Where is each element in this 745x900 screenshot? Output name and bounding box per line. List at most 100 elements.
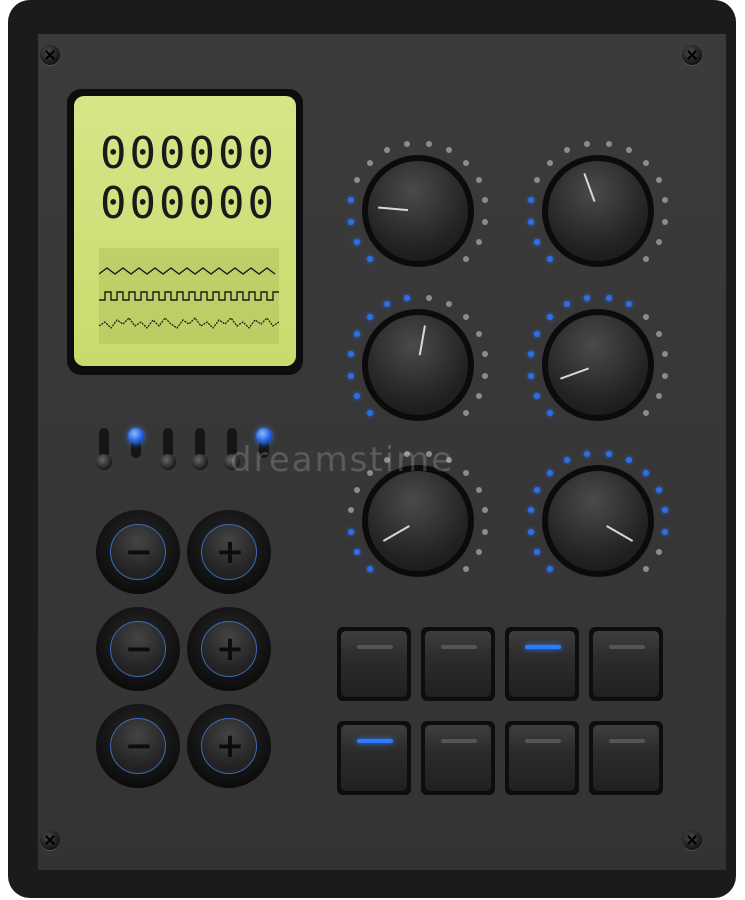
knob-led (384, 301, 391, 308)
knob-led (662, 528, 669, 535)
knob-body[interactable] (542, 309, 654, 421)
knob-body[interactable] (362, 309, 474, 421)
knob-led (347, 528, 354, 535)
knob-led (625, 147, 632, 154)
toggle-switch-off[interactable] (192, 454, 208, 470)
screw-icon (40, 45, 60, 65)
toggle-switch-off[interactable] (160, 454, 176, 470)
rocker-indicator-off (357, 645, 393, 649)
knob-led (534, 238, 541, 245)
knob-led (445, 147, 452, 154)
knob-2[interactable] (523, 136, 673, 286)
knob-led (662, 351, 669, 358)
rocker-switch[interactable] (421, 721, 495, 795)
knob-led (534, 548, 541, 555)
knob-led (482, 372, 489, 379)
knob-indicator-icon (378, 206, 409, 212)
minus-button[interactable]: − (96, 704, 180, 788)
knob-led (463, 159, 470, 166)
knob-3[interactable] (343, 290, 493, 440)
knob-led (384, 147, 391, 154)
minus-button-face: − (110, 718, 166, 774)
knob-led (354, 487, 361, 494)
rocker-switch[interactable] (589, 627, 663, 701)
rocker-switch[interactable] (505, 721, 579, 795)
knob-led (475, 331, 482, 338)
knob-led (546, 469, 553, 476)
rocker-switch[interactable] (337, 721, 411, 795)
plus-button[interactable]: + (187, 704, 271, 788)
knob-led (366, 313, 373, 320)
knob-led (564, 457, 571, 464)
knob-6[interactable] (523, 446, 673, 596)
knob-4[interactable] (523, 290, 673, 440)
minus-button-face: − (110, 621, 166, 677)
knob-led (463, 410, 470, 417)
knob-body[interactable] (362, 465, 474, 577)
knob-body[interactable] (362, 155, 474, 267)
knob-led (527, 197, 534, 204)
knob-led (482, 507, 489, 514)
knob-body[interactable] (542, 155, 654, 267)
knob-led (366, 159, 373, 166)
knob-1[interactable] (343, 136, 493, 286)
rocker-switch-face (509, 631, 575, 697)
knob-led (425, 140, 432, 147)
toggle-switch-on[interactable] (128, 428, 144, 444)
knob-led (625, 457, 632, 464)
knob-led (605, 450, 612, 457)
lcd-display: 000000 000000 (67, 89, 303, 375)
knob-led (347, 507, 354, 514)
plus-button[interactable]: + (187, 510, 271, 594)
triangle-wave-icon (98, 267, 276, 275)
knob-led (546, 256, 553, 263)
knob-led (584, 450, 591, 457)
knob-led (643, 256, 650, 263)
knob-led (534, 487, 541, 494)
rocker-switch-face (341, 631, 407, 697)
knob-led (655, 487, 662, 494)
screw-icon (682, 45, 702, 65)
knob-led (662, 218, 669, 225)
rocker-switch[interactable] (421, 627, 495, 701)
minus-button[interactable]: − (96, 510, 180, 594)
toggle-switch-off[interactable] (96, 454, 112, 470)
rocker-indicator-off (609, 739, 645, 743)
knob-led (643, 410, 650, 417)
knob-led (404, 294, 411, 301)
minus-button[interactable]: − (96, 607, 180, 691)
lcd-readout-line2: 000000 (100, 178, 277, 229)
knob-led (463, 313, 470, 320)
noise-wave-icon (98, 317, 280, 329)
knob-led (655, 548, 662, 555)
rocker-switch[interactable] (337, 627, 411, 701)
plus-button-face: + (201, 718, 257, 774)
rocker-switch-face (341, 725, 407, 791)
knob-led (605, 140, 612, 147)
knob-body[interactable] (542, 465, 654, 577)
knob-led (564, 301, 571, 308)
knob-led (482, 197, 489, 204)
knob-led (366, 566, 373, 573)
screw-icon (682, 830, 702, 850)
knob-led (527, 507, 534, 514)
minus-icon: − (124, 532, 154, 572)
knob-led (534, 177, 541, 184)
knob-led (482, 218, 489, 225)
knob-led (662, 197, 669, 204)
waveform-area (98, 248, 280, 344)
knob-led (655, 177, 662, 184)
plus-button-face: + (201, 524, 257, 580)
rocker-switch-face (593, 631, 659, 697)
knob-indicator-icon (418, 325, 426, 356)
knob-led (347, 218, 354, 225)
waveform-graphics (98, 267, 280, 329)
rocker-switch[interactable] (589, 721, 663, 795)
rocker-switch[interactable] (505, 627, 579, 701)
knob-led (643, 566, 650, 573)
plus-button[interactable]: + (187, 607, 271, 691)
square-wave-icon (99, 291, 279, 301)
minus-button-face: − (110, 524, 166, 580)
knob-led (354, 392, 361, 399)
knob-led (463, 469, 470, 476)
